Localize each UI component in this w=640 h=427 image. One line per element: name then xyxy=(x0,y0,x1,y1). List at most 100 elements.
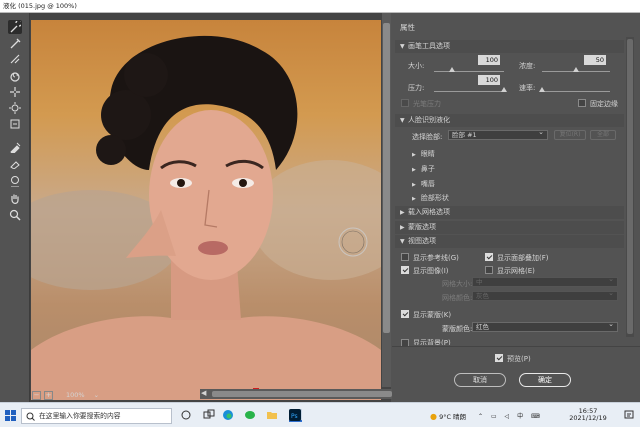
pin-edges-checkbox[interactable] xyxy=(578,99,586,107)
portrait-image xyxy=(31,35,381,400)
eyes-subsection[interactable]: ▶ 眼睛 xyxy=(412,149,435,159)
pressure-label: 压力: xyxy=(408,84,425,92)
hand-icon xyxy=(11,194,19,204)
chevron-right-icon: ▶ xyxy=(412,152,416,158)
zoom-in-button[interactable]: + xyxy=(44,390,53,400)
rate-slider[interactable] xyxy=(542,91,610,92)
properties-scrollbar[interactable] xyxy=(626,37,634,337)
twirl-tool-button[interactable] xyxy=(8,70,22,84)
search-icon xyxy=(26,412,35,421)
view-options-header[interactable]: ▼ 视图选项 xyxy=(395,235,624,248)
face-tool-button[interactable] xyxy=(8,174,22,188)
file-explorer-button[interactable] xyxy=(266,409,279,422)
bloat-icon xyxy=(9,102,21,114)
chevron-down-icon: ▼ xyxy=(400,117,405,124)
edge-button[interactable] xyxy=(222,409,235,422)
stylus-pressure-checkbox[interactable] xyxy=(401,99,409,107)
volume-icon: ◁ xyxy=(504,413,513,420)
smooth-tool-button[interactable] xyxy=(8,52,22,66)
scroll-thumb[interactable] xyxy=(383,23,390,333)
canvas-horizontal-scrollbar[interactable]: ◀ ▶ xyxy=(200,389,410,399)
ok-button[interactable]: 确定 xyxy=(519,373,571,387)
cancel-button[interactable]: 取消 xyxy=(454,373,506,387)
chevron-up-icon: ⌃ xyxy=(478,413,487,420)
select-face-dropdown[interactable]: 脸部 #1 xyxy=(448,128,548,140)
scroll-thumb[interactable] xyxy=(212,391,392,397)
mesh-size-dropdown[interactable]: 中 xyxy=(472,275,618,287)
chevron-right-icon: ▶ xyxy=(412,196,416,202)
brush-options-header[interactable]: ▼ 画笔工具选项 xyxy=(395,40,624,53)
clock-date: 2021/12/19 xyxy=(569,414,607,422)
size-slider-knob[interactable] xyxy=(448,67,455,72)
density-input[interactable]: 50 xyxy=(584,55,606,65)
thaw-mask-tool-button[interactable] xyxy=(8,156,22,170)
mesh-color-dropdown[interactable]: 灰色 xyxy=(472,289,618,301)
language-icon: ⌨ xyxy=(531,413,543,420)
taskbar-search-box[interactable]: 在这里输入你要搜索的内容 xyxy=(21,408,172,424)
zoom-out-button[interactable]: − xyxy=(32,390,41,400)
face-shape-subsection[interactable]: ▶ 脸部形状 xyxy=(412,193,449,203)
photoshop-button[interactable]: Ps xyxy=(289,409,302,422)
panel-title: 属性 xyxy=(400,23,415,32)
multitask-button[interactable] xyxy=(203,409,216,422)
warp-tool-button[interactable] xyxy=(8,20,22,34)
canvas-vertical-scrollbar[interactable] xyxy=(382,13,391,387)
show-guides-checkbox[interactable] xyxy=(401,253,409,261)
scroll-left-icon[interactable]: ◀ xyxy=(201,389,206,397)
size-slider[interactable] xyxy=(434,71,504,72)
bloat-tool-button[interactable] xyxy=(8,101,22,115)
show-mesh-label: 显示网格(E) xyxy=(497,267,535,275)
preview-checkbox[interactable] xyxy=(495,354,503,362)
show-backdrop-label: 显示背景(P) xyxy=(413,339,451,345)
start-button[interactable] xyxy=(5,410,16,423)
show-mask-checkbox[interactable] xyxy=(401,310,409,318)
load-mesh-header[interactable]: ▶ 载入网格选项 xyxy=(395,206,624,219)
pressure-slider[interactable] xyxy=(434,91,504,92)
notification-button[interactable] xyxy=(624,410,634,422)
show-mesh-checkbox[interactable] xyxy=(485,266,493,274)
rate-slider-knob[interactable] xyxy=(539,87,545,92)
show-mask-label: 显示蒙版(K) xyxy=(413,311,452,319)
show-guides-label: 显示参考线(G) xyxy=(413,254,459,262)
face-aware-header[interactable]: ▼ 人脸识别液化 xyxy=(395,114,624,127)
pin-edges-label: 固定边缘 xyxy=(590,100,618,108)
freeze-mask-tool-button[interactable] xyxy=(8,140,22,154)
freeze-mask-icon xyxy=(10,142,21,153)
show-image-checkbox[interactable] xyxy=(401,266,409,274)
show-image-label: 显示图像(I) xyxy=(413,267,449,275)
mouth-subsection[interactable]: ▶ 嘴唇 xyxy=(412,179,435,189)
scroll-thumb[interactable] xyxy=(627,39,633,334)
reset-button[interactable]: 复位(R) xyxy=(554,130,586,140)
all-button[interactable]: 全部 xyxy=(590,130,616,140)
system-tray-icons[interactable]: ⌃ ▭ ◁ 中 ⌨ xyxy=(478,411,543,420)
chevron-down-icon[interactable]: ⌄ xyxy=(94,391,99,399)
windows-logo-icon xyxy=(5,410,16,421)
zoom-tool-button[interactable] xyxy=(8,208,22,222)
mask-options-header[interactable]: ▶ 蒙版选项 xyxy=(395,221,624,234)
size-input[interactable]: 100 xyxy=(478,55,500,65)
nose-subsection[interactable]: ▶ 鼻子 xyxy=(412,164,435,174)
chevron-right-icon: ▶ xyxy=(400,209,405,216)
weather-widget[interactable]: ● 9°C 晴朗 xyxy=(430,411,466,421)
preview-label: 预览(P) xyxy=(507,355,531,363)
zoom-level[interactable]: 100% xyxy=(66,391,85,399)
push-left-tool-button[interactable] xyxy=(8,117,22,131)
hand-tool-button[interactable] xyxy=(8,192,22,206)
edge-browser-icon xyxy=(223,410,233,420)
image-canvas[interactable] xyxy=(31,20,381,400)
density-slider-knob[interactable] xyxy=(573,67,579,72)
show-face-overlay-checkbox[interactable] xyxy=(485,253,493,261)
input-method-icon: 中 xyxy=(517,413,527,420)
clock[interactable]: 16:57 2021/12/19 xyxy=(568,408,608,422)
pucker-tool-button[interactable] xyxy=(8,85,22,99)
sun-icon: ● xyxy=(430,412,437,421)
task-view-button[interactable] xyxy=(180,409,193,422)
mesh-color-label: 网格颜色: xyxy=(442,294,473,302)
wechat-button[interactable] xyxy=(244,409,257,422)
svg-text:Ps: Ps xyxy=(291,413,298,420)
reconstruct-tool-button[interactable] xyxy=(8,36,22,50)
mask-color-dropdown[interactable]: 红色 xyxy=(472,320,618,332)
rate-label: 速率: xyxy=(519,84,536,92)
pressure-input[interactable]: 100 xyxy=(478,75,500,85)
pressure-slider-knob[interactable] xyxy=(501,87,507,92)
